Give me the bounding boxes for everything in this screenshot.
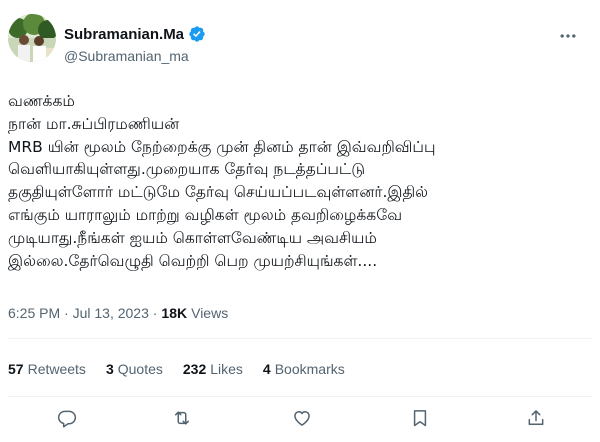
views-label: Views (191, 305, 229, 321)
tweet-line: தகுதியுள்ளோர் மட்டுமே தேர்வு செய்யப்படவு… (8, 183, 429, 202)
timestamp[interactable]: 6:25 PM · Jul 13, 2023 · (8, 305, 157, 321)
tweet-line: நான் மா.சுப்பிரமணியன் (8, 114, 180, 133)
quotes-count: 3 (105, 361, 114, 377)
retweets-count: 57 (8, 361, 24, 377)
likes-count: 232 (182, 361, 207, 377)
quotes-label: Quotes (117, 361, 163, 377)
display-name-row: Subramanian.Ma (64, 24, 206, 44)
action-bar (0, 400, 600, 436)
retweet-icon[interactable] (170, 406, 194, 430)
avatar[interactable] (8, 14, 56, 62)
bookmarks-stat[interactable]: 4 Bookmarks (263, 361, 345, 377)
divider (8, 396, 592, 397)
bookmarks-count: 4 (262, 361, 271, 377)
likes-stat[interactable]: 232 Likes (183, 361, 243, 377)
tweet-line: வணக்கம் (8, 92, 75, 110)
bookmark-icon[interactable] (408, 406, 432, 430)
display-name[interactable]: Subramanian.Ma (64, 26, 184, 43)
tweet-meta: 6:25 PM · Jul 13, 2023 · 18K Views (8, 304, 228, 322)
tweet-text: வணக்கம் நான் மா.சுப்பிரமணியன் MRB யின் ம… (8, 90, 592, 272)
verified-badge-icon[interactable] (188, 25, 206, 43)
profile-photo (8, 14, 56, 62)
quotes-stat[interactable]: 3 Quotes (106, 361, 163, 377)
engagement-stats: 57 Retweets 3 Quotes 232 Likes 4 Bookmar… (8, 360, 365, 378)
more-dots-icon[interactable] (556, 24, 580, 48)
handle[interactable]: @Subramanian_ma (64, 48, 206, 66)
author-names: Subramanian.Ma @Subramanian_ma (64, 24, 206, 66)
share-icon[interactable] (524, 406, 548, 430)
retweets-label: Retweets (27, 361, 86, 377)
tweet-line: MRB யின் மூலம் நேற்றைக்கு முன் தினம் தான… (8, 137, 436, 156)
likes-label: Likes (210, 361, 243, 377)
reply-icon[interactable] (55, 406, 79, 430)
tweet-line: வெளியாகியுள்ளது.முறையாக தேர்வு நடத்தப்பட… (8, 160, 366, 179)
divider (8, 338, 592, 339)
tweet-line: இல்லை.தேர்வெழுதி வெற்றி பெற முயற்சியுங்க… (8, 251, 378, 270)
tweet-line: முடியாது.நீங்கள் ஐயம் கொள்ளவேண்டிய அவசிய… (8, 228, 377, 247)
heart-icon[interactable] (290, 406, 314, 430)
views-count[interactable]: 18K (161, 305, 187, 321)
bookmarks-label: Bookmarks (274, 361, 345, 377)
tweet-header: Subramanian.Ma @Subramanian_ma (8, 14, 592, 70)
retweets-stat[interactable]: 57 Retweets (8, 361, 86, 377)
tweet-line: எங்கும் யாராலும் மாற்று வழிகள் மூலம் தவற… (8, 205, 403, 224)
